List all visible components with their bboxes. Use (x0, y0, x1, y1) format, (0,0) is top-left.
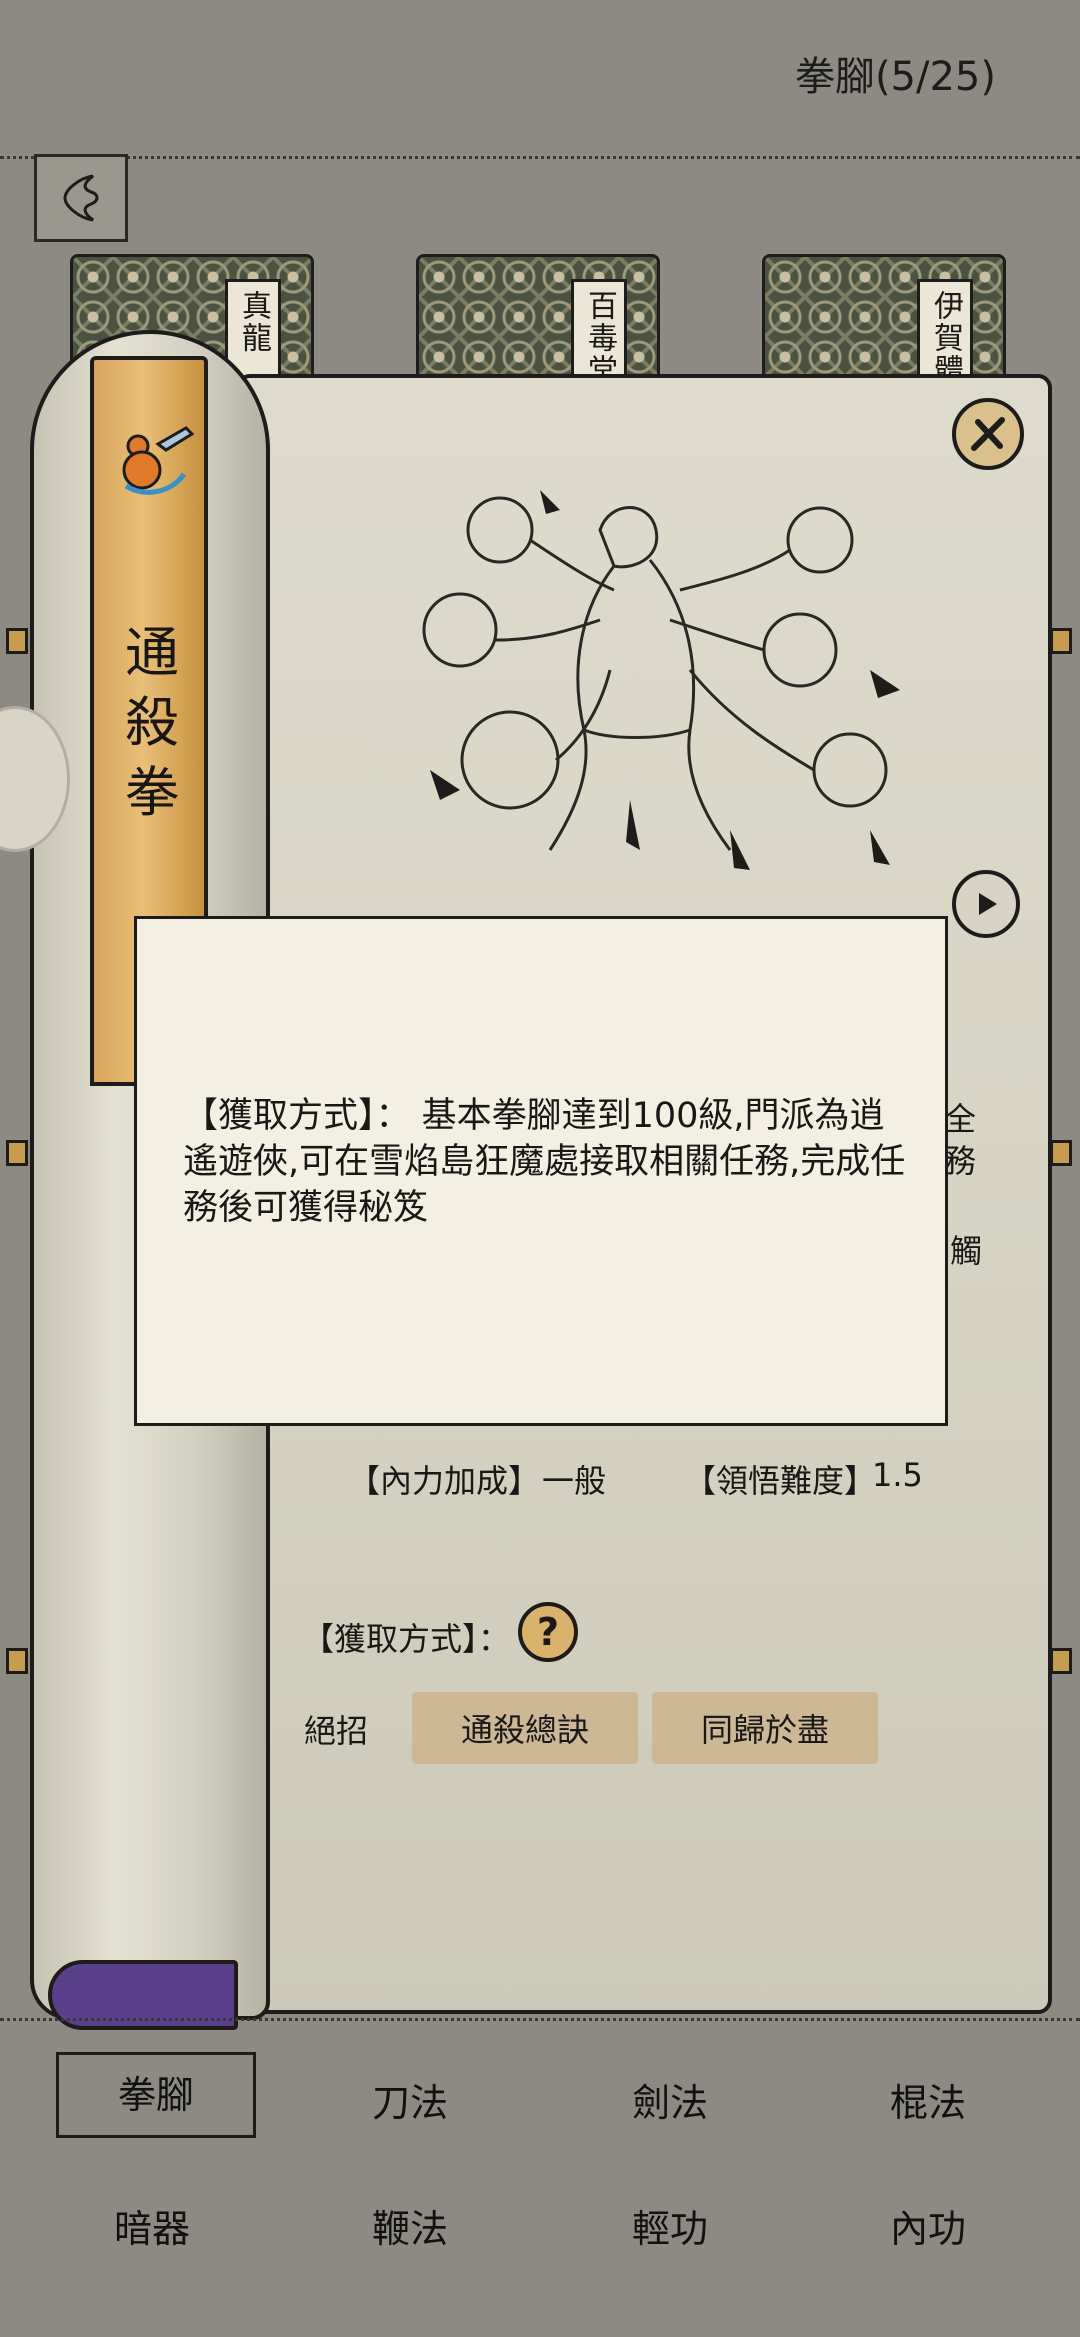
rod-end (1050, 628, 1072, 654)
tab-staff[interactable]: 棍法 (828, 2072, 1028, 2127)
bottom-divider (0, 2018, 1080, 2021)
acquire-tooltip[interactable]: 【獲取方式】： 基本拳腳達到100級,門派為逍遙遊俠,可在雪焰島狂魔處接取相關任… (134, 916, 948, 1426)
tab-hidden-weapon[interactable]: 暗器 (52, 2198, 252, 2253)
rod-end (6, 628, 28, 654)
difficulty-label: 【領悟難度】 (684, 1462, 877, 1500)
move-button-2[interactable]: 同歸於盡 (652, 1692, 878, 1764)
tab-sword[interactable]: 劍法 (570, 2072, 770, 2127)
tooltip-text: 【獲取方式】： 基本拳腳達到100級,門派為逍遙遊俠,可在雪焰島狂魔處接取相關任… (183, 1096, 906, 1228)
hidden-text-peek: 觸 (950, 1232, 983, 1270)
hidden-text-peek: 務 (944, 1142, 977, 1180)
rod-end (1050, 1648, 1072, 1674)
back-arrow-icon (63, 174, 99, 222)
tab-whip[interactable]: 鞭法 (310, 2198, 510, 2253)
hidden-text-peek: 全 (944, 1100, 977, 1138)
tab-internal[interactable]: 內功 (828, 2198, 1028, 2253)
difficulty-value: 1.5 (872, 1456, 923, 1494)
book-card-2[interactable]: 百毒堂 (416, 254, 660, 389)
internal-bonus-label: 【內力加成】 (348, 1462, 541, 1500)
book-title-2: 百毒堂 (571, 279, 627, 389)
moves-label: 絕招 (304, 1712, 369, 1750)
rod-end (1050, 1140, 1072, 1166)
gourd-icon (106, 410, 202, 510)
help-button[interactable]: ? (518, 1602, 578, 1662)
next-button[interactable] (952, 870, 1020, 938)
tab-fist[interactable]: 拳腳 (56, 2052, 256, 2138)
rod-end (6, 1648, 28, 1674)
internal-bonus-value: 一般 (542, 1462, 607, 1500)
close-icon (971, 417, 1005, 451)
close-button[interactable] (952, 398, 1024, 470)
rod-end (6, 1140, 28, 1166)
tab-lightness[interactable]: 輕功 (570, 2198, 770, 2253)
top-divider (0, 156, 1080, 159)
skill-title: 通殺拳 (125, 621, 179, 824)
back-button[interactable] (34, 154, 128, 242)
tab-blade[interactable]: 刀法 (310, 2072, 510, 2127)
book-title-3: 伊賀體 (917, 279, 973, 389)
page-title: 拳腳(5/25) (794, 54, 996, 100)
book-card-3[interactable]: 伊賀體 (762, 254, 1006, 389)
play-icon (979, 893, 997, 915)
question-icon: ? (536, 1610, 560, 1654)
move-button-1[interactable]: 通殺總訣 (412, 1692, 638, 1764)
acquire-label: 【獲取方式】： (302, 1620, 511, 1658)
skill-illustration (400, 470, 920, 894)
